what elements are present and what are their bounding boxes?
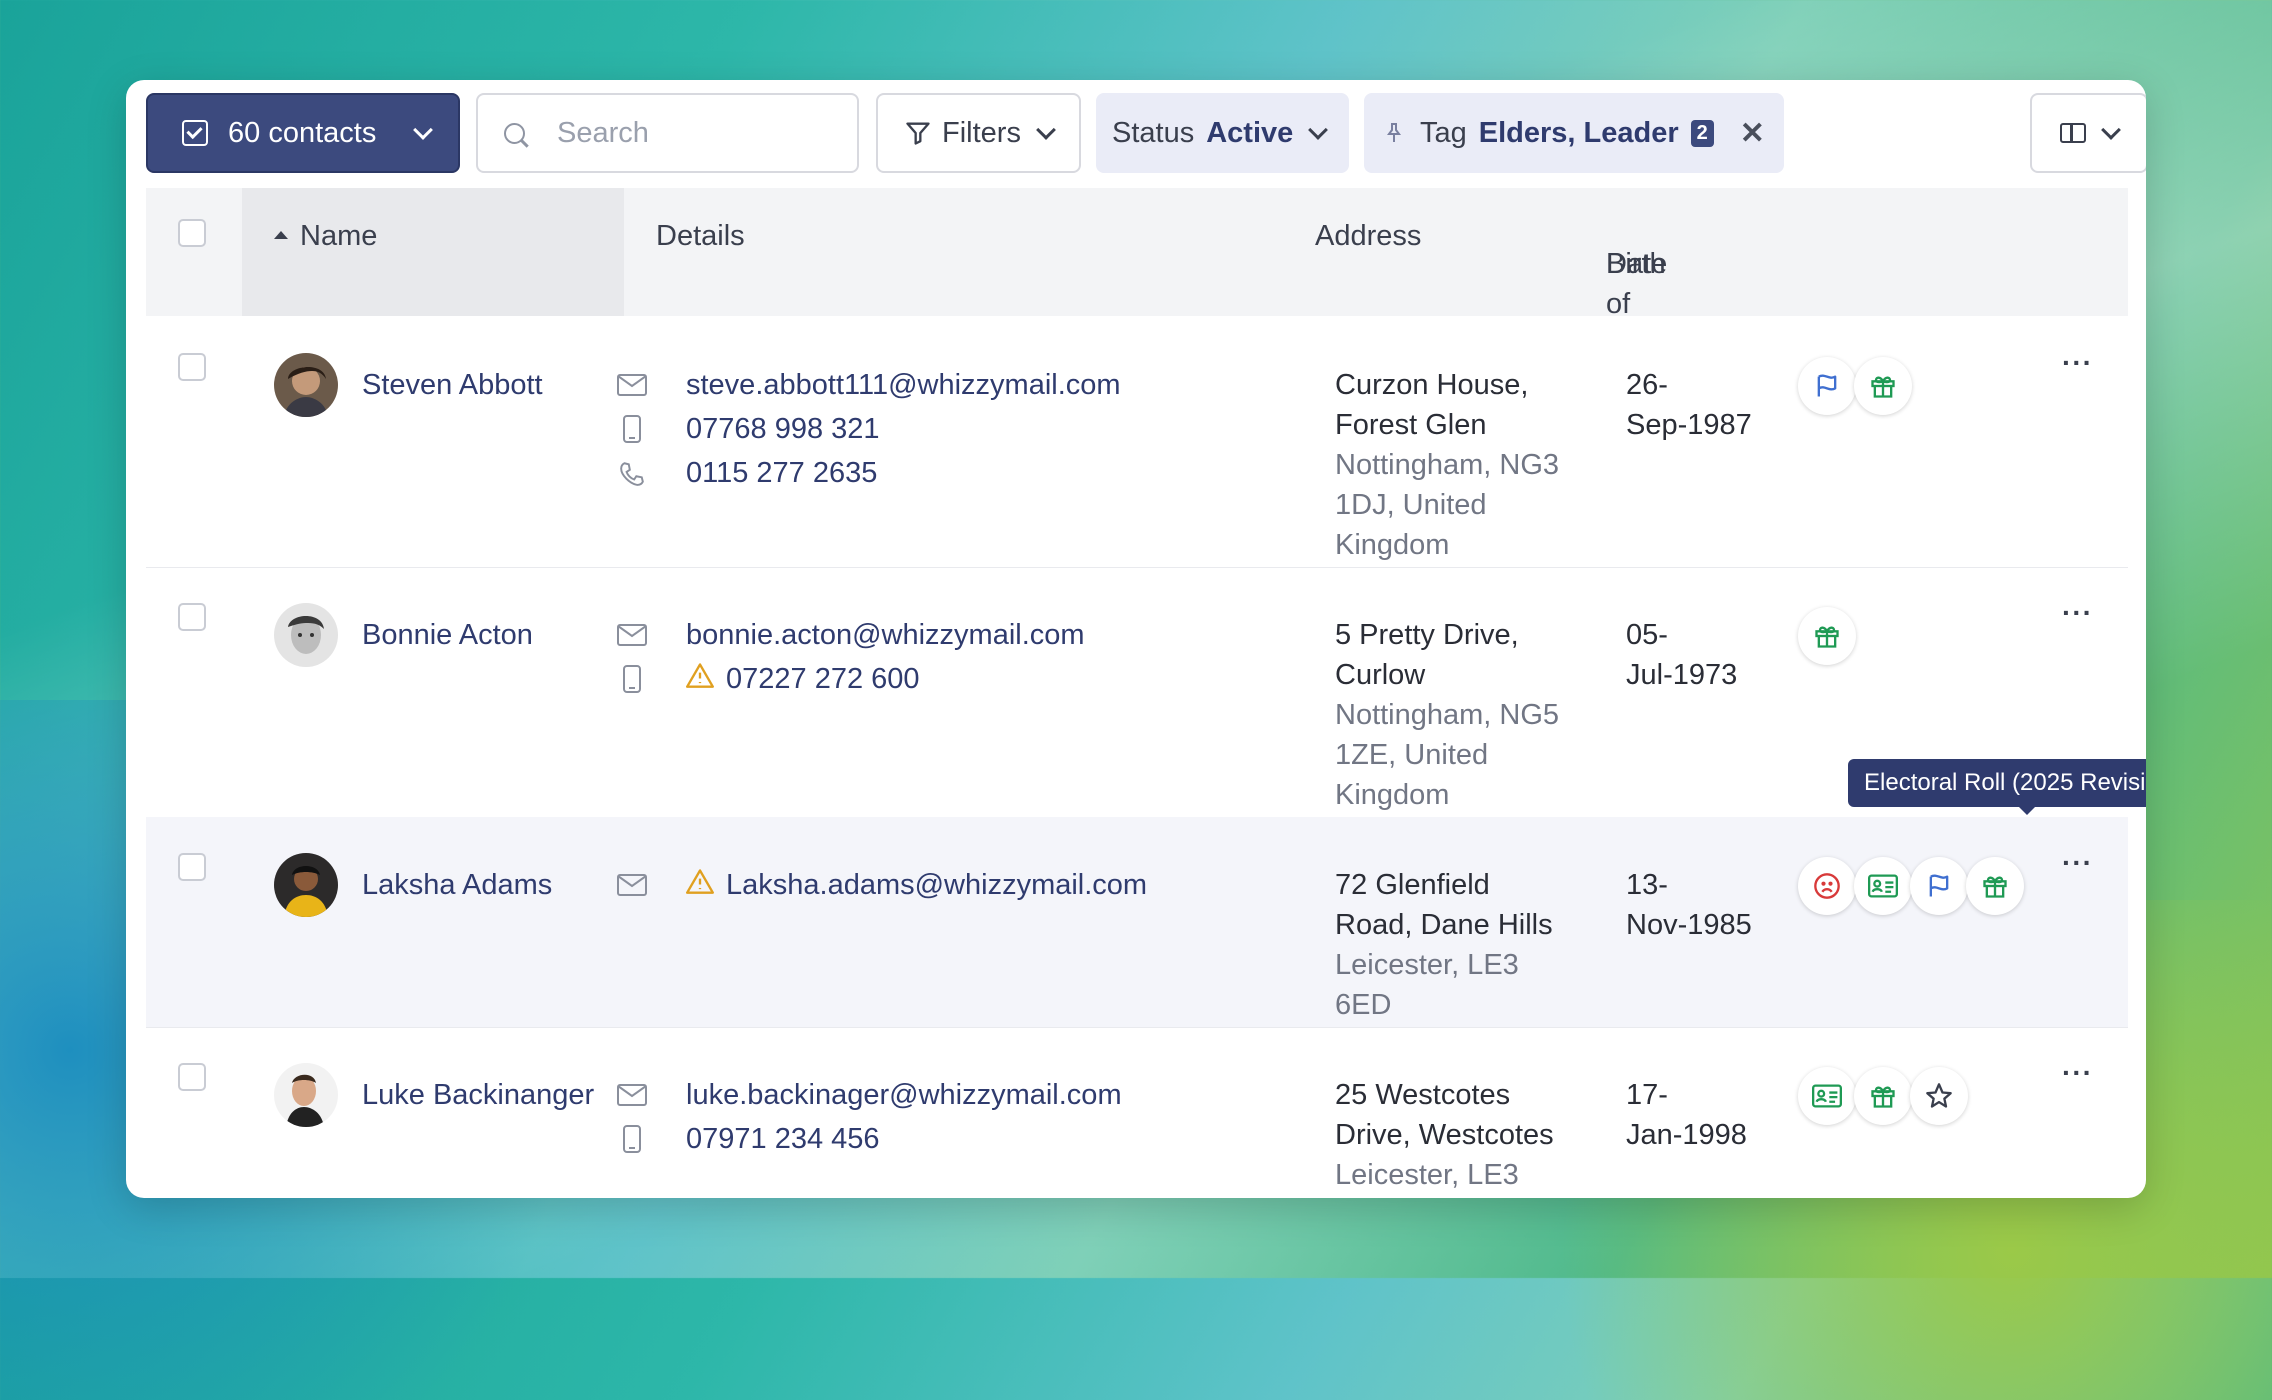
status-filter-key: Status — [1112, 116, 1195, 149]
pin-icon — [1387, 123, 1401, 142]
contact-address: 72 Glenfield Road, Dane Hills Leicester, … — [1335, 869, 1553, 1021]
check-square-icon — [182, 120, 208, 146]
chevron-down-icon — [1308, 120, 1329, 140]
table-row[interactable]: Steven Abbott steve.abbott111@whizzymail… — [146, 317, 2128, 568]
phone-link[interactable]: 0115 277 2635 — [686, 451, 877, 495]
sort-ascending-icon — [274, 231, 288, 240]
search-field[interactable] — [476, 93, 859, 173]
email-link[interactable]: steve.abbott111@whizzymail.com — [686, 363, 1121, 407]
contact-address: 5 Pretty Drive, Curlow Nottingham, NG5 1ZE… — [1335, 619, 1560, 811]
email-link[interactable]: bonnie.acton@whizzymail.com — [686, 613, 1085, 657]
contact-details: bonnie.acton@whizzymail.com 07227 272 60… — [616, 613, 1085, 701]
row-checkbox[interactable] — [178, 1063, 206, 1091]
flag-icon[interactable] — [1798, 357, 1856, 415]
contact-dob: 05- Jul-1973 — [1626, 619, 1738, 691]
contacts-count-label: 60 contacts — [228, 116, 377, 149]
contact-address: Curzon House, Forest Glen Nottingham, NG3… — [1335, 369, 1560, 561]
avatar — [274, 853, 338, 917]
contacts-select-button[interactable]: 60 contacts — [146, 93, 460, 173]
row-checkbox[interactable] — [178, 603, 206, 631]
select-all-checkbox[interactable] — [178, 219, 206, 247]
warning-icon — [686, 863, 714, 907]
contact-dob: 26- Sep-1987 — [1626, 369, 1752, 441]
mobile-link[interactable]: 07768 998 321 — [686, 407, 880, 451]
table-row[interactable]: Laksha Adams Laksha.adams@whizzymail.com… — [146, 817, 2128, 1028]
chevron-down-icon — [413, 120, 433, 140]
mail-icon — [616, 874, 648, 896]
phone-icon — [616, 460, 648, 486]
mobile-link[interactable]: 07971 234 456 — [686, 1117, 880, 1161]
avatar — [274, 1063, 338, 1127]
filters-label: Filters — [942, 116, 1021, 149]
mobile-icon — [616, 1125, 648, 1153]
status-filter-chip[interactable]: Status Active — [1096, 93, 1349, 173]
tag-filter-value: Elders, Leader — [1478, 116, 1679, 149]
table-row[interactable]: Luke Backinanger luke.backinager@whizzym… — [146, 1027, 2128, 1198]
row-more-menu[interactable]: ··· — [2062, 347, 2093, 379]
toolbar: 60 contacts Filters Status Active Tag El… — [146, 93, 2146, 173]
warning-icon — [686, 657, 714, 701]
gift-icon[interactable] — [1798, 607, 1856, 665]
contact-details: steve.abbott111@whizzymail.com 07768 998… — [616, 363, 1121, 495]
contact-name-link[interactable]: Laksha Adams — [362, 865, 552, 905]
columns-icon — [2060, 123, 2086, 143]
row-more-menu[interactable]: ··· — [2062, 1057, 2093, 1089]
email-link[interactable]: Laksha.adams@whizzymail.com — [726, 863, 1147, 907]
contact-badges — [1798, 857, 2024, 915]
mail-icon — [616, 624, 648, 646]
contact-name-link[interactable]: Steven Abbott — [362, 365, 543, 405]
contact-dob: 17- Jan-1998 — [1626, 1079, 1747, 1151]
row-checkbox[interactable] — [178, 853, 206, 881]
mobile-link[interactable]: 07227 272 600 — [726, 657, 920, 701]
column-layout-button[interactable] — [2030, 93, 2146, 173]
id-card-icon[interactable] — [1798, 1067, 1856, 1125]
contact-details: luke.backinager@whizzymail.com 07971 234… — [616, 1073, 1122, 1161]
mail-icon — [616, 1084, 648, 1106]
avatar — [274, 603, 338, 667]
filters-button[interactable]: Filters — [876, 93, 1081, 173]
search-icon — [504, 122, 525, 144]
id-card-icon[interactable] — [1854, 857, 1912, 915]
tag-filter-chip[interactable]: Tag Elders, Leader 2 ✕ — [1364, 93, 1784, 173]
mobile-icon — [616, 415, 648, 443]
filter-icon — [906, 122, 930, 145]
chevron-down-icon — [1036, 120, 1056, 140]
row-more-menu[interactable]: ··· — [2062, 597, 2093, 629]
row-more-menu[interactable]: ··· — [2062, 847, 2093, 879]
mail-icon — [616, 374, 648, 396]
gift-icon[interactable] — [1854, 1067, 1912, 1125]
avatar — [274, 353, 338, 417]
contact-name-link[interactable]: Luke Backinanger — [362, 1075, 594, 1115]
table-header: Name Details Address Date of Birth — [146, 188, 2128, 320]
contact-badges — [1798, 357, 1912, 415]
mobile-icon — [616, 665, 648, 693]
contact-badges — [1798, 607, 1856, 665]
badge-tooltip: Electoral Roll (2025 Revision) — [1848, 759, 2146, 815]
contact-address: 25 Westcotes Drive, Westcotes Leicester, … — [1335, 1079, 1554, 1191]
tag-filter-key: Tag — [1420, 116, 1467, 149]
chevron-down-icon — [2101, 120, 2121, 140]
contact-details: Laksha.adams@whizzymail.com — [616, 863, 1147, 907]
search-input[interactable] — [555, 115, 839, 151]
column-header-name[interactable]: Name — [242, 188, 624, 316]
contact-dob: 13- Nov-1985 — [1626, 869, 1752, 941]
contact-badges — [1798, 1067, 1968, 1125]
table-row[interactable]: Bonnie Acton bonnie.acton@whizzymail.com… — [146, 567, 2128, 818]
tag-count-badge: 2 — [1690, 119, 1714, 147]
email-link[interactable]: luke.backinager@whizzymail.com — [686, 1073, 1122, 1117]
row-checkbox[interactable] — [178, 353, 206, 381]
status-filter-value: Active — [1206, 116, 1294, 149]
gift-icon[interactable] — [1966, 857, 2024, 915]
sad-face-icon[interactable] — [1798, 857, 1856, 915]
close-icon[interactable]: ✕ — [1740, 116, 1765, 151]
flag-icon[interactable] — [1910, 857, 1968, 915]
gift-icon[interactable] — [1854, 357, 1912, 415]
contacts-card: 60 contacts Filters Status Active Tag El… — [126, 80, 2146, 1198]
contact-name-link[interactable]: Bonnie Acton — [362, 615, 533, 655]
star-icon[interactable] — [1910, 1067, 1968, 1125]
